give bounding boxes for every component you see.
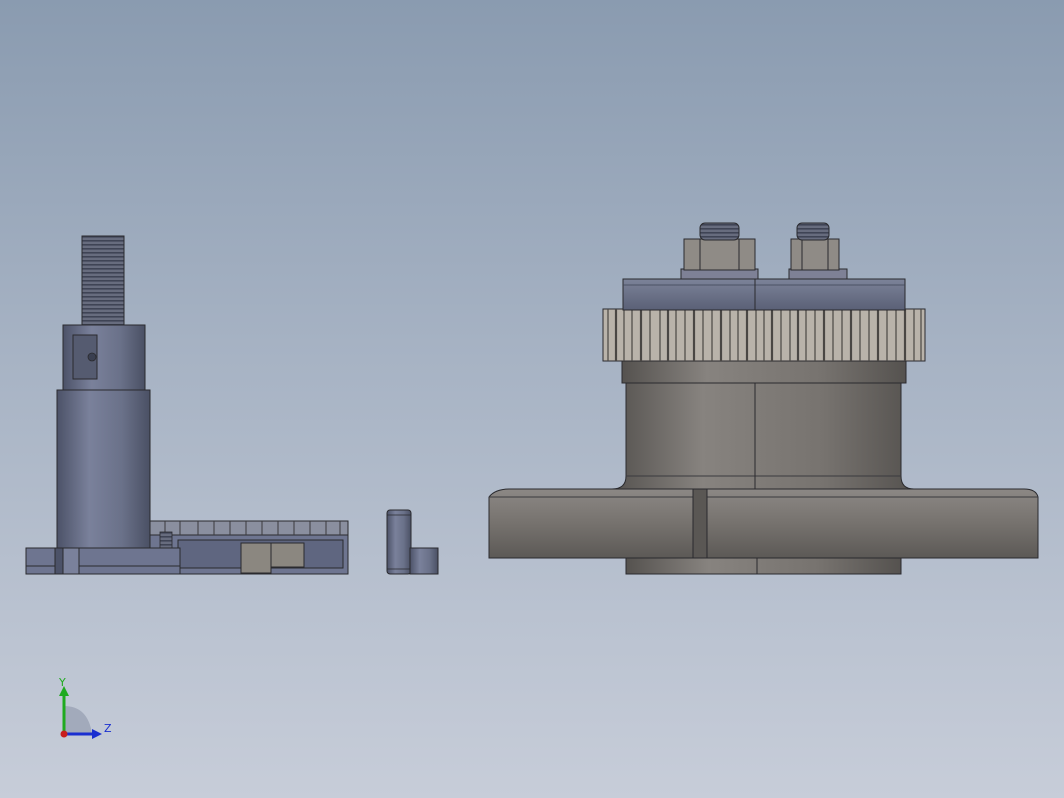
shaft-hole [87, 352, 97, 362]
main-shaft[interactable] [56, 389, 151, 549]
cad-viewport[interactable] [0, 0, 1064, 798]
triad-plane [64, 706, 92, 734]
shaft-assembly[interactable] [25, 235, 349, 575]
hub-body[interactable] [611, 382, 915, 490]
threaded-stud[interactable] [81, 235, 125, 327]
z-axis-arrow-icon [92, 729, 102, 739]
dowel-block[interactable] [409, 547, 439, 575]
base-flange[interactable] [25, 547, 181, 575]
y-axis-label: Y [58, 676, 66, 689]
arm-nut-left[interactable] [240, 542, 272, 574]
stud-end-right[interactable] [796, 222, 830, 241]
hub-collar[interactable] [621, 359, 907, 384]
dowel-pin-body[interactable] [386, 509, 412, 575]
set-screw[interactable] [159, 531, 173, 549]
hub-bottom-stub[interactable] [625, 556, 902, 575]
hub-cap[interactable] [622, 278, 906, 311]
flange-slot [692, 488, 708, 559]
axis-triad: Y Z [58, 676, 112, 739]
hex-nut-left[interactable] [683, 238, 756, 271]
hub-flange[interactable] [488, 488, 1039, 559]
z-axis-label: Z [104, 722, 112, 735]
x-axis-dot-icon [60, 730, 68, 738]
arm-nut-right[interactable] [270, 542, 305, 568]
base-flange-slot [54, 547, 64, 575]
gear-hub-assembly[interactable] [488, 222, 1039, 575]
hex-nut-right[interactable] [790, 238, 840, 271]
dowel-pin[interactable] [386, 509, 439, 575]
stud-end-left[interactable] [699, 222, 740, 241]
base-flange-recess [62, 547, 80, 575]
